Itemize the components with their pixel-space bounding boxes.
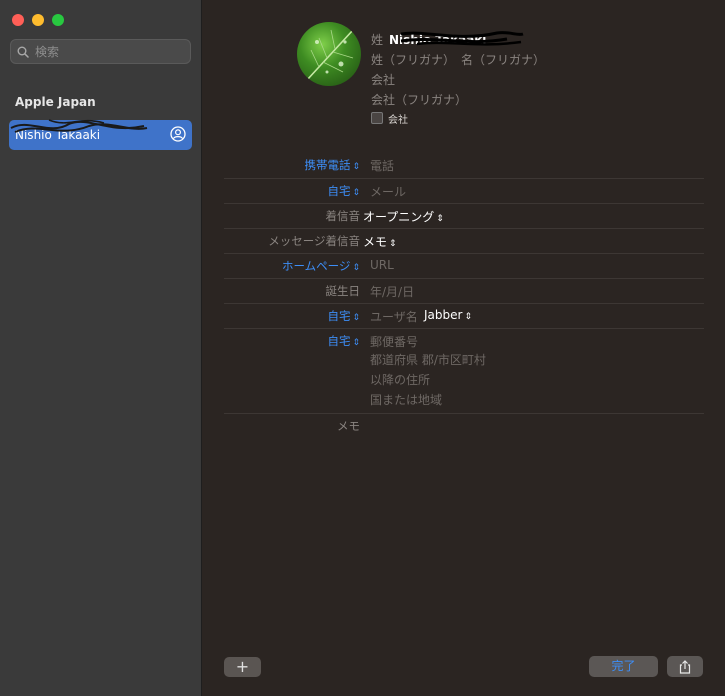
furigana-last-field[interactable]: 姓（フリガナ） bbox=[371, 50, 455, 70]
street-field[interactable]: 以降の住所 bbox=[370, 370, 486, 390]
add-button[interactable]: + bbox=[224, 657, 261, 677]
prefecture-city-field[interactable]: 都道府県 郡/市区町村 bbox=[370, 350, 486, 370]
furigana-first-field[interactable]: 名（フリガナ） bbox=[461, 50, 545, 70]
memo-label: メモ bbox=[337, 419, 360, 433]
field-row-im: 自宅 ⇕ ユーザ名 Jabber ⇕ bbox=[224, 303, 704, 328]
person-circle-icon bbox=[170, 126, 186, 142]
birthday-label: 誕生日 bbox=[325, 284, 361, 298]
phone-type-popup[interactable]: 携帯電話 ⇕ bbox=[304, 157, 360, 173]
last-name-label[interactable]: 姓 bbox=[371, 30, 383, 50]
message-tone-label: メッセージ着信音 bbox=[268, 234, 360, 248]
im-service-popup[interactable]: Jabber ⇕ bbox=[424, 308, 472, 322]
field-row-email: 自宅 ⇕ メール bbox=[224, 178, 704, 203]
share-icon bbox=[679, 659, 691, 674]
field-row-memo: メモ bbox=[224, 413, 704, 438]
group-title: Apple Japan bbox=[15, 95, 96, 109]
birthday-field[interactable]: 年/月/日 bbox=[370, 283, 414, 300]
phone-field[interactable]: 電話 bbox=[370, 157, 394, 174]
redaction-scribble bbox=[400, 31, 524, 46]
email-field[interactable]: メール bbox=[370, 183, 406, 200]
ringtone-popup[interactable]: オープニング ⇕ bbox=[363, 208, 444, 225]
ringtone-label: 着信音 bbox=[325, 209, 361, 223]
window-controls bbox=[12, 14, 64, 26]
field-row-ringtone: 着信音 オープニング ⇕ bbox=[224, 203, 704, 228]
field-row-homepage: ホームページ ⇕ URL bbox=[224, 253, 704, 278]
company-checkbox-label: 会社 bbox=[388, 114, 408, 126]
im-username-field[interactable]: ユーザ名 bbox=[370, 308, 418, 325]
im-type-popup[interactable]: 自宅 ⇕ bbox=[327, 308, 360, 324]
contact-list-item[interactable]: Nishio Takaaki bbox=[9, 119, 192, 150]
message-tone-popup[interactable]: メモ ⇕ bbox=[363, 233, 397, 250]
address-type-popup[interactable]: 自宅 ⇕ bbox=[327, 333, 360, 349]
homepage-type-popup[interactable]: ホームページ ⇕ bbox=[282, 258, 360, 274]
zoom-window-button[interactable] bbox=[52, 14, 64, 26]
url-field[interactable]: URL bbox=[370, 258, 394, 272]
address-lines: 都道府県 郡/市区町村 以降の住所 国または地域 bbox=[370, 330, 486, 410]
country-field[interactable]: 国または地域 bbox=[370, 390, 486, 410]
field-row-mobile: 携帯電話 ⇕ 電話 bbox=[224, 153, 704, 177]
share-button[interactable] bbox=[667, 656, 703, 677]
name-block: 姓 Nishio Takaaki 姓（フリガナ） 名（フリガナ） 会社 会社（フ… bbox=[371, 30, 545, 126]
search-field[interactable] bbox=[10, 39, 191, 64]
minimize-window-button[interactable] bbox=[32, 14, 44, 26]
contact-name: Nishio Takaaki bbox=[15, 128, 101, 142]
field-row-message-tone: メッセージ着信音 メモ ⇕ bbox=[224, 228, 704, 253]
sidebar: Apple Japan Nishio Takaaki bbox=[0, 0, 202, 696]
first-name-field[interactable]: Nishio Takaaki bbox=[389, 30, 524, 50]
company-furigana-field[interactable]: 会社（フリガナ） bbox=[371, 90, 467, 110]
leaf-image bbox=[306, 29, 354, 81]
company-checkbox-row[interactable]: 会社 bbox=[371, 110, 545, 126]
done-button[interactable]: 完了 bbox=[589, 656, 658, 677]
search-input[interactable] bbox=[33, 43, 177, 60]
search-icon bbox=[17, 46, 29, 58]
company-checkbox[interactable] bbox=[371, 112, 383, 124]
company-field[interactable]: 会社 bbox=[371, 70, 395, 90]
email-type-popup[interactable]: 自宅 ⇕ bbox=[327, 183, 360, 199]
close-window-button[interactable] bbox=[12, 14, 24, 26]
contact-photo[interactable] bbox=[297, 22, 361, 86]
field-row-birthday: 誕生日 年/月/日 bbox=[224, 278, 704, 303]
